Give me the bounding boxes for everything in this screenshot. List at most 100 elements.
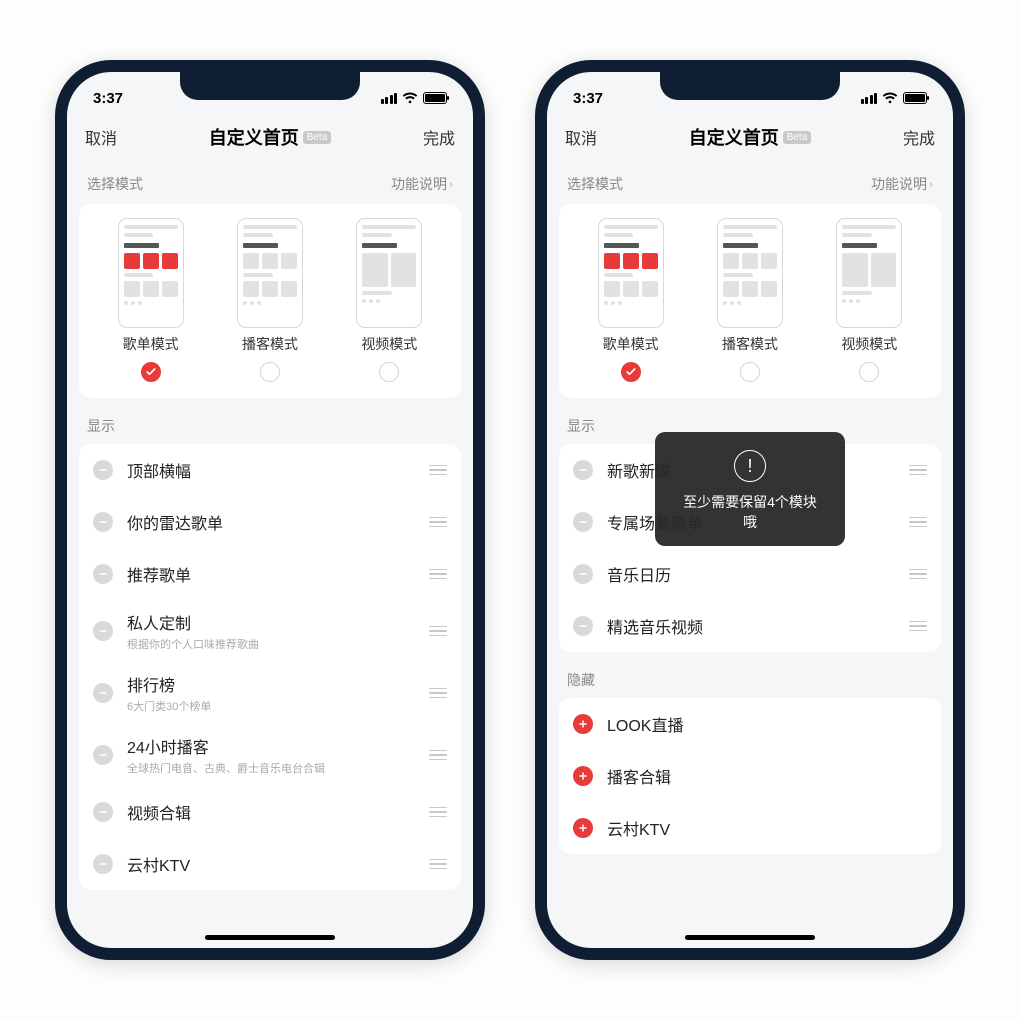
item-title: 云村KTV [127, 852, 415, 876]
radio-checked-icon[interactable] [621, 362, 641, 382]
done-button[interactable]: 完成 [407, 125, 455, 149]
chevron-right-icon: › [929, 177, 933, 191]
signal-icon [381, 93, 398, 104]
drag-handle-icon[interactable] [909, 569, 927, 580]
drag-handle-icon[interactable] [429, 626, 447, 637]
phone-right: 3:37 取消 自定义首页 Beta 完成 选择模式 功能说明› [535, 60, 965, 960]
done-button[interactable]: 完成 [887, 125, 935, 149]
remove-icon[interactable] [93, 802, 113, 822]
drag-handle-icon[interactable] [429, 750, 447, 761]
hidden-section-label: 隐藏 [559, 652, 941, 698]
drag-handle-icon[interactable] [429, 465, 447, 476]
beta-badge: Beta [303, 131, 332, 144]
notch [180, 72, 360, 100]
drag-handle-icon[interactable] [429, 688, 447, 699]
item-title: 音乐日历 [607, 562, 895, 586]
drag-handle-icon[interactable] [909, 517, 927, 528]
hidden-list: LOOK直播播客合辑云村KTV [559, 698, 941, 854]
status-time: 3:37 [93, 90, 123, 107]
page-title: 自定义首页 Beta [209, 124, 332, 150]
help-link[interactable]: 功能说明› [391, 174, 453, 194]
item-title: 推荐歌单 [127, 562, 415, 586]
radio-icon[interactable] [740, 362, 760, 382]
remove-icon[interactable] [93, 683, 113, 703]
preview-label [124, 243, 159, 248]
add-icon[interactable] [573, 766, 593, 786]
cancel-button[interactable]: 取消 [565, 125, 613, 149]
item-title: 播客合辑 [607, 764, 927, 788]
list-item[interactable]: LOOK直播 [559, 698, 941, 750]
wifi-icon [402, 92, 418, 104]
list-item[interactable]: 视频合辑 [79, 786, 461, 838]
list-item[interactable]: 云村KTV [559, 802, 941, 854]
radio-checked-icon[interactable] [141, 362, 161, 382]
item-title: 视频合辑 [127, 800, 415, 824]
mode-option-playlist[interactable]: 歌单模式 [92, 218, 210, 382]
home-indicator[interactable] [205, 935, 335, 940]
radio-icon[interactable] [260, 362, 280, 382]
display-list: 顶部横幅你的雷达歌单推荐歌单私人定制根据你的个人口味推荐歌曲排行榜 6大门类30个… [79, 444, 461, 890]
mode-option-playlist[interactable]: 歌单模式 [572, 218, 690, 382]
remove-icon[interactable] [573, 512, 593, 532]
radio-icon[interactable] [859, 362, 879, 382]
alert-icon: ! [734, 450, 766, 482]
navbar: 取消 自定义首页 Beta 完成 [67, 116, 473, 164]
item-title: LOOK直播 [607, 712, 927, 736]
item-title: 私人定制 [127, 610, 415, 634]
remove-icon[interactable] [93, 512, 113, 532]
cancel-button[interactable]: 取消 [85, 125, 133, 149]
drag-handle-icon[interactable] [429, 517, 447, 528]
remove-icon[interactable] [93, 564, 113, 584]
display-section-label: 显示 [79, 398, 461, 444]
list-item[interactable]: 云村KTV [79, 838, 461, 890]
list-item[interactable]: 24小时播客全球热门电音、古典、爵士音乐电台合辑 [79, 724, 461, 786]
item-title: 顶部横幅 [127, 458, 415, 482]
add-icon[interactable] [573, 714, 593, 734]
drag-handle-icon[interactable] [909, 465, 927, 476]
drag-handle-icon[interactable] [429, 807, 447, 818]
item-subtitle: 根据你的个人口味推荐歌曲 [127, 636, 415, 652]
remove-icon[interactable] [93, 745, 113, 765]
mode-option-podcast[interactable]: 播客模式 [211, 218, 329, 382]
remove-icon[interactable] [573, 616, 593, 636]
item-title: 排行榜 [127, 672, 415, 696]
help-link[interactable]: 功能说明› [871, 174, 933, 194]
mode-option-podcast[interactable]: 播客模式 [691, 218, 809, 382]
item-title: 云村KTV [607, 816, 927, 840]
add-icon[interactable] [573, 818, 593, 838]
list-item[interactable]: 音乐日历 [559, 548, 941, 600]
mode-card: 歌单模式 播客模式 [559, 204, 941, 398]
list-item[interactable]: 你的雷达歌单 [79, 496, 461, 548]
mode-option-video[interactable]: 视频模式 [330, 218, 448, 382]
signal-icon [861, 93, 878, 104]
remove-icon[interactable] [93, 621, 113, 641]
item-title: 24小时播客 [127, 734, 415, 758]
list-item[interactable]: 顶部横幅 [79, 444, 461, 496]
mode-section-title: 选择模式 [87, 174, 143, 194]
toast: ! 至少需要保留4个模块哦 [655, 432, 845, 546]
radio-icon[interactable] [379, 362, 399, 382]
remove-icon[interactable] [573, 564, 593, 584]
phone-left: 3:37 取消 自定义首页 Beta 完成 选择模式 功能说明› [55, 60, 485, 960]
item-title: 你的雷达歌单 [127, 510, 415, 534]
list-item[interactable]: 私人定制根据你的个人口味推荐歌曲 [79, 600, 461, 662]
list-item[interactable]: 播客合辑 [559, 750, 941, 802]
remove-icon[interactable] [93, 854, 113, 874]
wifi-icon [882, 92, 898, 104]
battery-icon [423, 92, 447, 104]
item-subtitle: 6大门类30个榜单 [127, 698, 415, 714]
drag-handle-icon[interactable] [909, 621, 927, 632]
list-item[interactable]: 精选音乐视频 [559, 600, 941, 652]
home-indicator[interactable] [685, 935, 815, 940]
drag-handle-icon[interactable] [429, 859, 447, 870]
mode-section-title: 选择模式 [567, 174, 623, 194]
list-item[interactable]: 排行榜 6大门类30个榜单 [79, 662, 461, 724]
mode-card: 歌单模式 播客模式 [79, 204, 461, 398]
status-time: 3:37 [573, 90, 603, 107]
drag-handle-icon[interactable] [429, 569, 447, 580]
remove-icon[interactable] [573, 460, 593, 480]
remove-icon[interactable] [93, 460, 113, 480]
list-item[interactable]: 推荐歌单 [79, 548, 461, 600]
mode-option-video[interactable]: 视频模式 [810, 218, 928, 382]
toast-text: 至少需要保留4个模块哦 [679, 492, 821, 532]
